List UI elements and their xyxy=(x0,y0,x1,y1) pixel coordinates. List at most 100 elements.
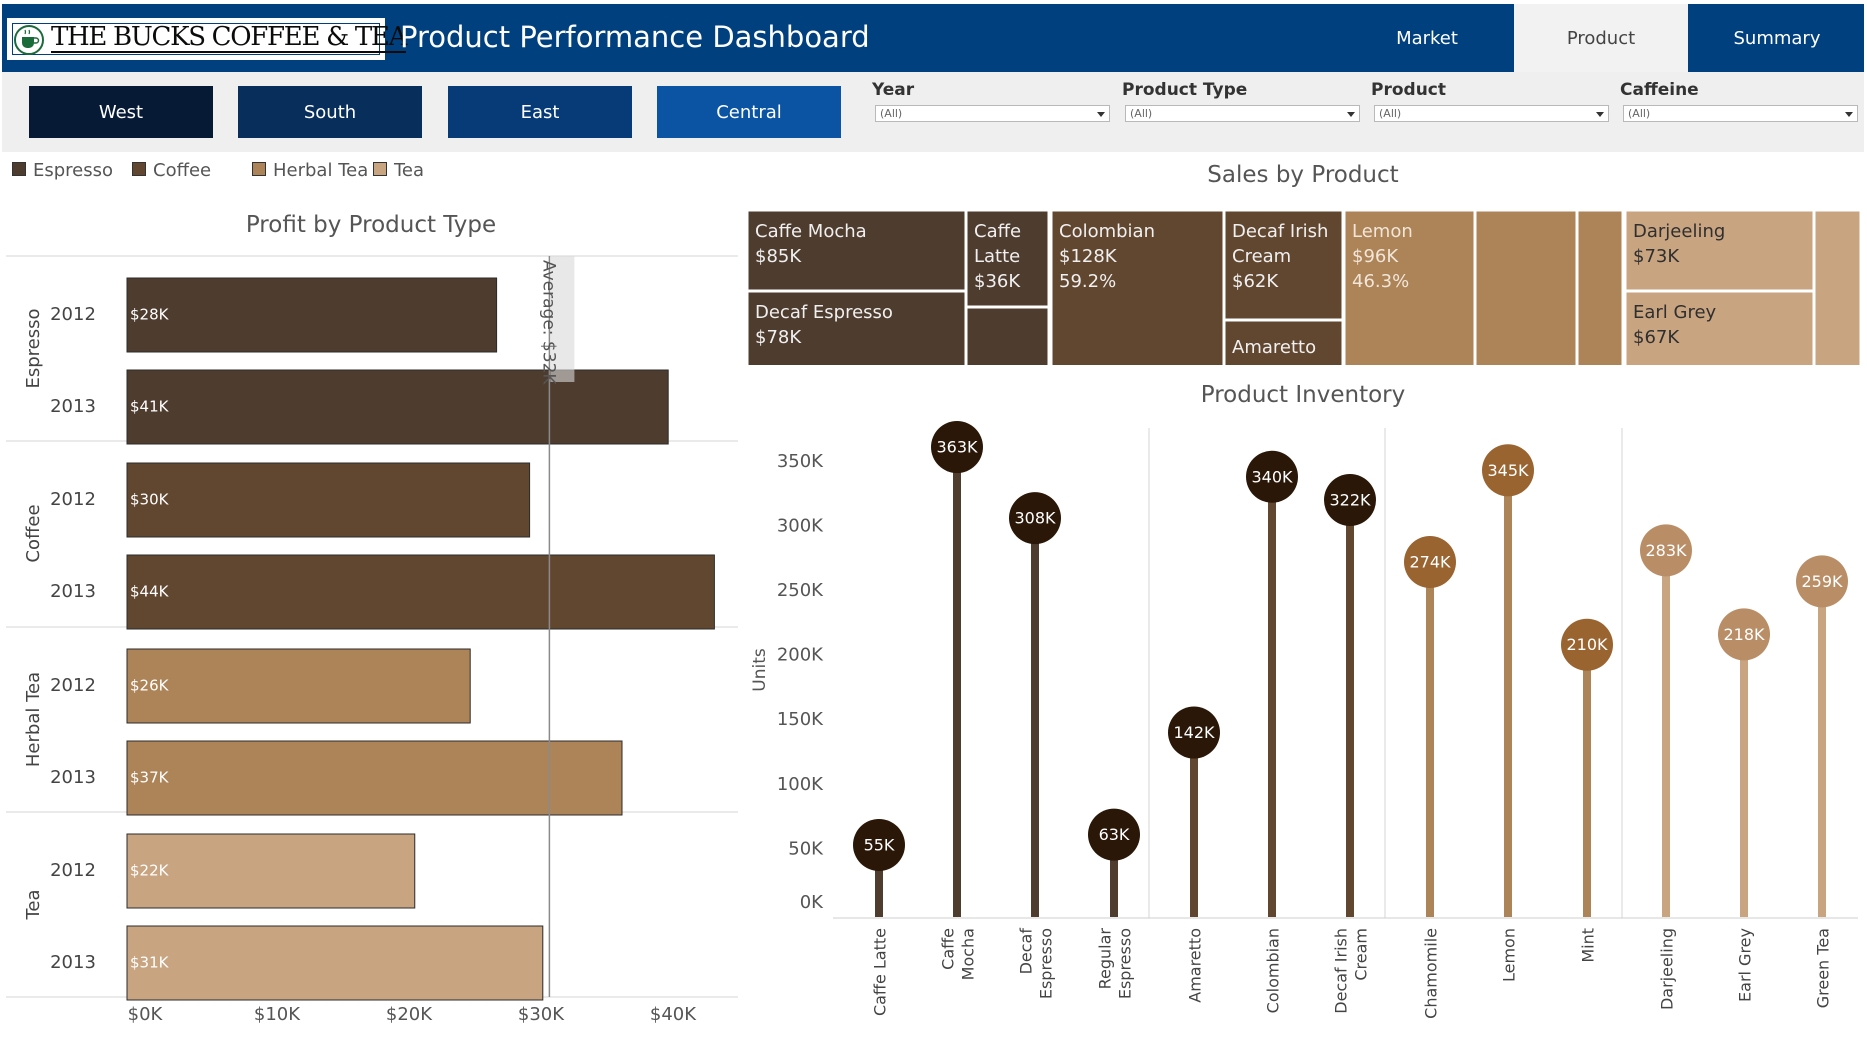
x-tick-label: Regular xyxy=(1096,928,1115,990)
lollipop-value-label: 345K xyxy=(1487,461,1529,480)
x-tick-label: $20K xyxy=(386,1004,433,1025)
x-tick-label: Espresso xyxy=(1037,928,1056,999)
year-label: 2012 xyxy=(50,675,96,696)
lollipop-value-label: 55K xyxy=(864,835,895,854)
coffee-cup-icon xyxy=(14,25,44,55)
y-tick-label: 350K xyxy=(777,451,824,472)
x-tick-label: Decaf Irish xyxy=(1332,928,1351,1014)
legend-label: Herbal Tea xyxy=(273,160,369,181)
x-tick-label: Earl Grey xyxy=(1736,928,1755,1002)
y-tick-label: 50K xyxy=(788,838,824,859)
region-button-south[interactable]: South xyxy=(238,86,422,138)
y-tick-label: 250K xyxy=(777,580,824,601)
x-tick-label: Cream xyxy=(1352,928,1371,981)
treemap-label: Amaretto xyxy=(1232,337,1316,358)
group-label: Coffee xyxy=(23,504,44,562)
treemap-cell xyxy=(1577,211,1623,365)
lollipop-value-label: 274K xyxy=(1409,553,1451,572)
average-label: Average: $32K xyxy=(538,260,558,385)
x-tick-label: $40K xyxy=(650,1004,697,1025)
x-tick-label: Lemon xyxy=(1500,928,1519,982)
tab-label: Product xyxy=(1566,27,1636,49)
lollipop-value-label: 142K xyxy=(1173,723,1215,742)
group-label: Herbal Tea xyxy=(23,672,44,767)
legend-item-tea[interactable]: Tea xyxy=(373,160,424,181)
x-tick-label: Espresso xyxy=(1116,928,1135,999)
region-button-central[interactable]: Central xyxy=(657,86,841,138)
x-tick-label: Mocha xyxy=(959,928,978,980)
dashboard-header: THE BUCKS COFFEE & TEA Product Performan… xyxy=(2,4,1864,72)
bar-value-label: $30K xyxy=(130,491,170,509)
lollipop-value-label: 308K xyxy=(1014,509,1056,528)
bar-value-label: $37K xyxy=(130,769,170,787)
y-axis-label: Units xyxy=(750,648,770,692)
legend-swatch xyxy=(373,162,387,176)
lollipop-value-label: 63K xyxy=(1099,825,1130,844)
region-button-east[interactable]: East xyxy=(448,86,632,138)
filter-value: (All) xyxy=(880,107,903,120)
tab-label: Summary xyxy=(1733,27,1821,49)
treemap-label: Darjeeling xyxy=(1633,221,1725,242)
x-tick-label: $30K xyxy=(518,1004,565,1025)
profit-bar xyxy=(126,648,471,724)
year-label: 2013 xyxy=(50,952,96,973)
region-button-west[interactable]: West xyxy=(29,86,213,138)
bar-value-label: $31K xyxy=(130,954,170,972)
legend-swatch xyxy=(132,162,146,176)
filter-label-year: Year xyxy=(872,80,915,100)
legend-item-espresso[interactable]: Espresso xyxy=(12,160,113,181)
bar-value-label: $44K xyxy=(130,583,170,601)
lollipop-value-label: 340K xyxy=(1251,467,1293,486)
product-filter-dropdown[interactable]: (All) xyxy=(1374,105,1609,122)
x-tick-label: Amaretto xyxy=(1186,928,1205,1003)
x-tick-label: Mint xyxy=(1579,928,1598,963)
treemap-label: 59.2% xyxy=(1059,271,1116,292)
profit-chart-title: Profit by Product Type xyxy=(245,212,497,238)
treemap-label: $96K xyxy=(1352,246,1399,267)
legend-item-coffee[interactable]: Coffee xyxy=(132,160,211,181)
treemap-label: Decaf Irish xyxy=(1232,221,1328,242)
legend-label: Tea xyxy=(394,160,425,181)
sales-treemap: Caffe Mocha $85K Decaf Espresso $78K Caffe La… xyxy=(748,211,1860,365)
group-label: Espresso xyxy=(23,308,44,388)
legend-swatch xyxy=(252,162,266,176)
tab-product[interactable]: Product xyxy=(1514,4,1688,72)
treemap-label: $67K xyxy=(1633,327,1680,348)
filter-label-caffeine: Caffeine xyxy=(1620,80,1699,100)
treemap-label: Caffe xyxy=(974,221,1021,242)
filter-value: (All) xyxy=(1130,107,1153,120)
profit-bar xyxy=(126,833,416,909)
x-tick-label: Caffe xyxy=(939,928,958,970)
filter-label-product: Product xyxy=(1371,80,1446,100)
year-label: 2012 xyxy=(50,860,96,881)
y-tick-label: 150K xyxy=(777,709,824,730)
year-label: 2013 xyxy=(50,767,96,788)
treemap-label: Latte xyxy=(974,246,1020,267)
tab-market[interactable]: Market xyxy=(1340,4,1514,72)
tab-summary[interactable]: Summary xyxy=(1690,4,1864,72)
legend-label: Coffee xyxy=(153,160,212,181)
year-filter-dropdown[interactable]: (All) xyxy=(875,105,1110,122)
legend-item-herbal-tea[interactable]: Herbal Tea xyxy=(252,160,368,181)
lollipop-value-label: 322K xyxy=(1329,491,1371,510)
lollipop-value-label: 218K xyxy=(1723,625,1765,644)
profit-bar-chart: Espresso 2012 $28K 2013 $41K Coffee 2012 $30K 20… xyxy=(6,255,738,1025)
chevron-down-icon xyxy=(1845,112,1853,117)
bar-value-label: $28K xyxy=(130,306,170,324)
treemap-label: $128K xyxy=(1059,246,1118,267)
lollipop-value-label: 283K xyxy=(1645,541,1687,560)
y-tick-label: 0K xyxy=(800,892,824,913)
x-tick-label: Decaf xyxy=(1017,928,1036,975)
bar-value-label: $26K xyxy=(130,677,170,695)
lollipop-value-label: 363K xyxy=(936,438,978,457)
y-tick-label: 300K xyxy=(777,515,824,536)
product-type-filter-dropdown[interactable]: (All) xyxy=(1125,105,1360,122)
treemap-label: Colombian xyxy=(1059,221,1155,242)
inventory-chart-title: Product Inventory xyxy=(1200,382,1406,408)
profit-bar xyxy=(126,277,498,353)
profit-bar xyxy=(126,740,623,816)
profit-bar xyxy=(126,369,669,445)
x-tick-label: Darjeeling xyxy=(1658,928,1677,1010)
caffeine-filter-dropdown[interactable]: (All) xyxy=(1623,105,1858,122)
treemap-label: Lemon xyxy=(1352,221,1413,242)
